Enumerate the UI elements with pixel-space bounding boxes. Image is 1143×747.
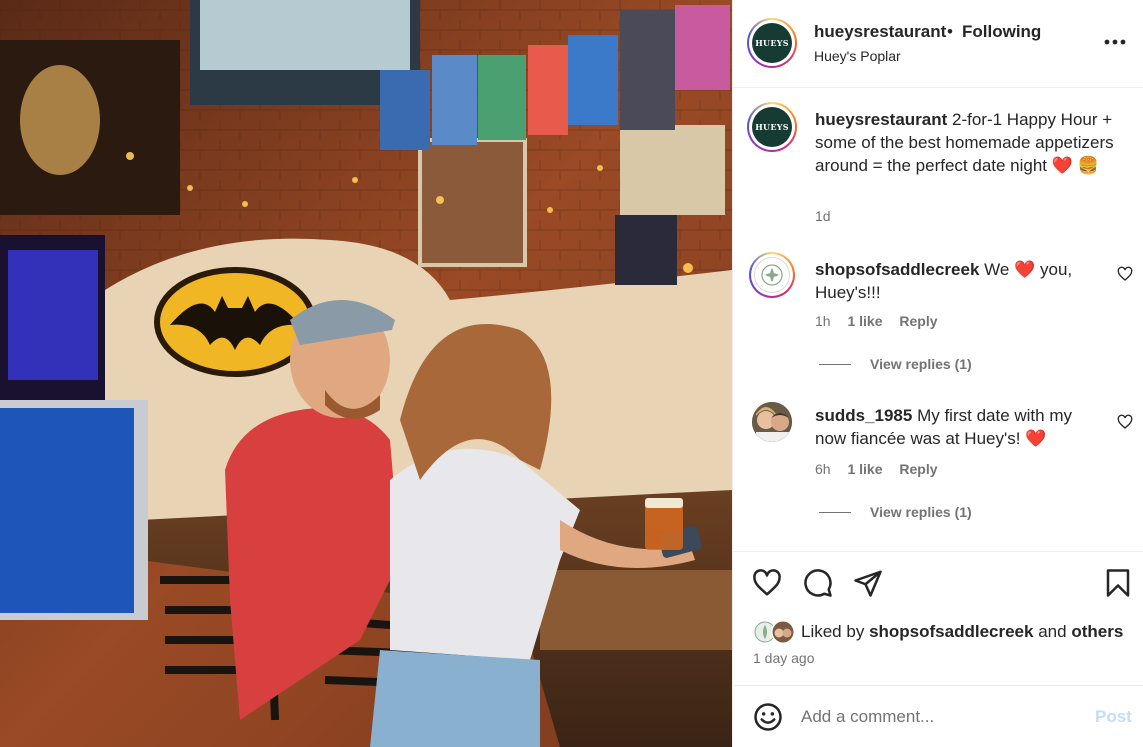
liked-by-connector: and bbox=[1038, 622, 1067, 641]
more-horizontal-icon[interactable] bbox=[1101, 32, 1129, 52]
liked-by-user[interactable]: shopsofsaddlecreek bbox=[869, 622, 1033, 641]
comment-input[interactable] bbox=[801, 702, 1081, 732]
caption-emojis: ❤️ 🍔 bbox=[1051, 156, 1099, 175]
author-username[interactable]: hueysrestaurant bbox=[814, 22, 946, 42]
comment-text: shopsofsaddlecreek We ❤️ you, Huey's!!! bbox=[815, 258, 1105, 304]
add-comment-bar: Post bbox=[733, 685, 1143, 747]
commenter-avatar[interactable] bbox=[749, 252, 795, 298]
post-comment-button[interactable]: Post bbox=[1095, 707, 1132, 727]
comment-time[interactable]: 1h bbox=[815, 313, 831, 329]
post-timestamp[interactable]: 1 day ago bbox=[753, 650, 815, 666]
heart-icon[interactable] bbox=[752, 568, 782, 598]
following-button[interactable]: Following bbox=[962, 22, 1041, 42]
comment-body-start: We bbox=[984, 260, 1010, 279]
comment-time[interactable]: 6h bbox=[815, 461, 831, 477]
comment-icon[interactable] bbox=[803, 568, 833, 598]
liked-by-prefix: Liked by bbox=[801, 622, 865, 641]
share-icon[interactable] bbox=[853, 568, 883, 598]
comment-username[interactable]: sudds_1985 bbox=[815, 406, 912, 425]
comment-likes[interactable]: 1 like bbox=[847, 461, 882, 477]
commenter-avatar[interactable] bbox=[752, 402, 792, 442]
smiley-icon[interactable] bbox=[753, 702, 783, 732]
caption-avatar[interactable]: HUEYS bbox=[747, 102, 797, 152]
post-location[interactable]: Huey's Poplar bbox=[814, 48, 901, 64]
post-photo-image bbox=[0, 0, 732, 747]
view-replies-button[interactable]: View replies (1) bbox=[870, 356, 972, 372]
header-separator: • bbox=[947, 22, 953, 41]
post-photo[interactable] bbox=[0, 0, 732, 747]
post-sidebar: HUEYS hueysrestaurant • Following Huey's… bbox=[732, 0, 1143, 747]
comment-likes[interactable]: 1 like bbox=[847, 313, 882, 329]
bookmark-icon[interactable] bbox=[1103, 568, 1133, 598]
heart-emoji: ❤️ bbox=[1014, 260, 1036, 279]
commenter-photo bbox=[752, 402, 792, 442]
comment-meta: 6h 1 like Reply bbox=[815, 461, 951, 477]
author-avatar-text: HUEYS bbox=[752, 23, 792, 63]
comment-like-icon[interactable] bbox=[1117, 414, 1133, 430]
comments-feed[interactable]: HUEYS hueysrestaurant 2-for-1 Happy Hour… bbox=[733, 88, 1143, 551]
replies-divider bbox=[819, 364, 851, 365]
comment-meta: 1h 1 like Reply bbox=[815, 313, 951, 329]
caption-avatar-text: HUEYS bbox=[752, 107, 792, 147]
caption-username[interactable]: hueysrestaurant bbox=[815, 110, 947, 129]
comment-like-icon[interactable] bbox=[1117, 266, 1133, 282]
post-header: HUEYS hueysrestaurant • Following Huey's… bbox=[733, 0, 1143, 88]
reply-button[interactable]: Reply bbox=[899, 461, 937, 477]
view-replies-button[interactable]: View replies (1) bbox=[870, 504, 972, 520]
liked-by-text: Liked by shopsofsaddlecreek and others bbox=[801, 622, 1123, 642]
caption-text: hueysrestaurant 2-for-1 Happy Hour + som… bbox=[815, 108, 1115, 177]
comment-username[interactable]: shopsofsaddlecreek bbox=[815, 260, 979, 279]
reply-button[interactable]: Reply bbox=[899, 313, 937, 329]
comment-text: sudds_1985 My first date with my now fia… bbox=[815, 404, 1105, 450]
caption-time[interactable]: 1d bbox=[815, 208, 831, 224]
post-actions: Liked by shopsofsaddlecreek and others 1… bbox=[733, 551, 1143, 685]
leaf-logo-icon bbox=[761, 264, 783, 286]
heart-emoji: ❤️ bbox=[1025, 429, 1047, 448]
replies-divider bbox=[819, 512, 851, 513]
liked-by-avatars[interactable] bbox=[753, 619, 799, 645]
liked-by-others[interactable]: others bbox=[1071, 622, 1123, 641]
author-avatar[interactable]: HUEYS bbox=[747, 18, 797, 68]
